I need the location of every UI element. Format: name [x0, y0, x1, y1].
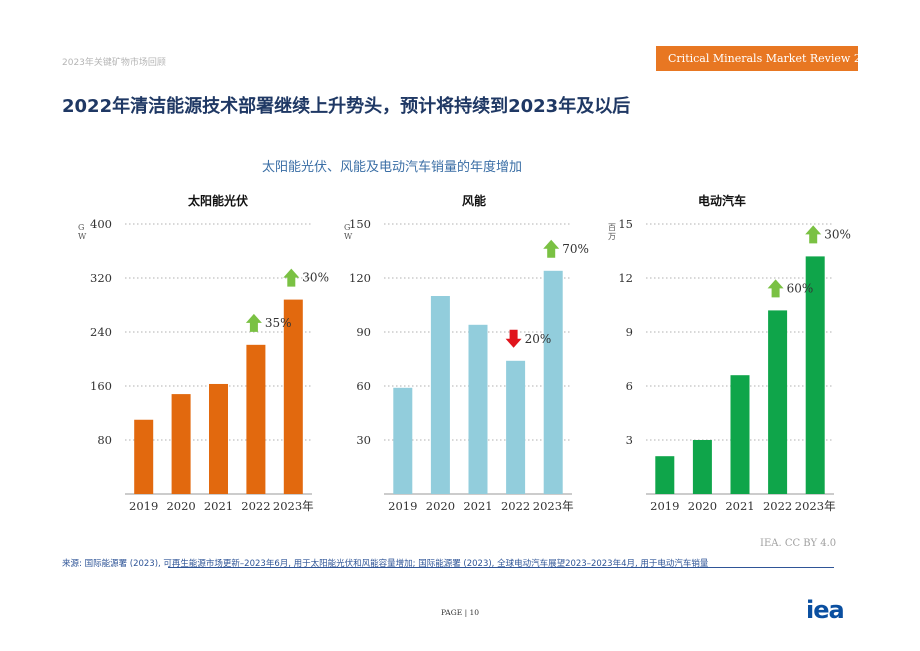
up-arrow-icon: [767, 279, 784, 298]
page-number: PAGE | 10: [440, 608, 480, 617]
bar: [506, 360, 526, 494]
x-tick-label: 2019: [388, 499, 417, 513]
chart-title: 太阳能光伏: [188, 193, 248, 208]
y-axis-unit-char: G: [78, 223, 84, 232]
up-arrow-icon: [543, 239, 560, 258]
x-tick-label: 2020: [688, 499, 717, 513]
growth-label: 30%: [824, 227, 851, 241]
y-tick-label: 160: [90, 379, 112, 393]
x-tick-label: 2021: [463, 499, 492, 513]
iea-logo: iea: [806, 596, 845, 624]
growth-label: 70%: [562, 242, 589, 256]
x-tick-label: 2023年: [273, 499, 314, 513]
y-tick-label: 30: [356, 433, 371, 447]
y-tick-label: 60: [356, 379, 371, 393]
license-credit: IEA. CC BY 4.0: [760, 538, 837, 549]
source-underline: [168, 567, 834, 568]
y-tick-label: 9: [626, 325, 633, 339]
bar: [655, 456, 675, 494]
x-tick-label: 2020: [426, 499, 455, 513]
chart-title: 电动汽车: [698, 193, 746, 208]
growth-label: 35%: [265, 316, 292, 330]
x-tick-label: 2023年: [533, 499, 574, 513]
bar: [730, 375, 750, 494]
x-tick-label: 2019: [129, 499, 158, 513]
chart-title: 风能: [462, 193, 486, 208]
up-arrow-icon: [805, 225, 822, 244]
growth-label: 20%: [525, 332, 552, 346]
bar: [246, 344, 266, 494]
y-axis-unit-char: 百: [608, 223, 616, 232]
y-tick-label: 150: [349, 217, 371, 231]
x-tick-label: 2021: [204, 499, 233, 513]
bar: [209, 383, 228, 494]
x-tick-label: 2019: [650, 499, 679, 513]
up-arrow-icon: [283, 268, 300, 287]
bar: [768, 310, 788, 494]
x-tick-label: 2021: [725, 499, 754, 513]
y-axis-unit-char: W: [78, 232, 87, 241]
y-tick-label: 400: [90, 217, 112, 231]
bar: [171, 394, 191, 494]
x-tick-label: 2022: [241, 499, 270, 513]
x-tick-label: 2023年: [795, 499, 836, 513]
bar: [543, 270, 563, 494]
growth-label: 60%: [787, 281, 814, 295]
x-tick-label: 2020: [166, 499, 195, 513]
y-tick-label: 15: [618, 217, 633, 231]
bar: [393, 387, 413, 494]
bar: [134, 419, 154, 494]
y-axis-unit-char: W: [344, 232, 353, 241]
x-tick-label: 2022: [763, 499, 792, 513]
y-tick-label: 3: [626, 433, 633, 447]
y-tick-label: 240: [90, 325, 112, 339]
x-tick-label: 2022: [501, 499, 530, 513]
y-tick-label: 80: [97, 433, 112, 447]
bar: [692, 440, 712, 494]
y-tick-label: 90: [356, 325, 371, 339]
y-axis-unit-char: 万: [608, 232, 616, 241]
y-tick-label: 320: [90, 271, 112, 285]
bar: [430, 296, 450, 494]
growth-label: 30%: [302, 271, 329, 285]
y-tick-label: 120: [349, 271, 371, 285]
up-arrow-icon: [245, 313, 262, 332]
y-tick-label: 12: [618, 271, 633, 285]
bar: [468, 324, 488, 494]
y-tick-label: 6: [626, 379, 633, 393]
charts-canvas: 太阳能光伏GW801602403204002019 2020 2021 2022 202…: [78, 193, 851, 513]
